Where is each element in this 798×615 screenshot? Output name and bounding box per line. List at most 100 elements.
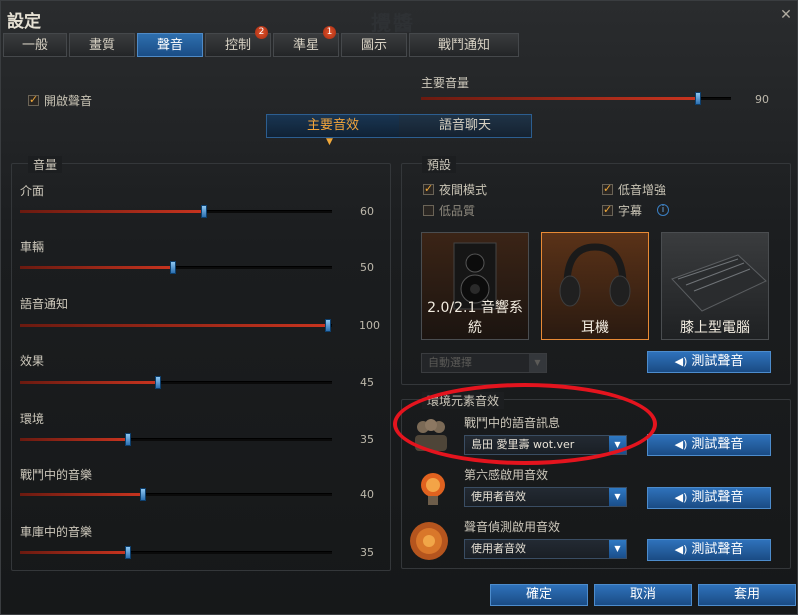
device-laptop[interactable]: 膝上型電腦 — [661, 232, 769, 340]
slider-interface[interactable] — [20, 205, 332, 218]
device-headphones[interactable]: 耳機 — [541, 232, 649, 340]
volume-panel-title: 音量 — [28, 156, 63, 173]
master-volume-label: 主要音量 — [421, 76, 470, 90]
apply-button[interactable]: 套用 — [698, 584, 796, 606]
button-label: 測試聲音 — [691, 437, 744, 452]
slider-thumb[interactable] — [201, 205, 207, 218]
slider-fill — [20, 551, 128, 554]
sixth-sense-dropdown[interactable]: 使用者音效 ▼ — [464, 487, 627, 507]
speaker-icon: ◀) — [674, 438, 688, 451]
tab-sound[interactable]: 聲音 — [137, 33, 203, 57]
cancel-button[interactable]: 取消 — [594, 584, 692, 606]
checkbox-box — [602, 203, 613, 216]
chevron-down-icon: ▼ — [609, 488, 626, 506]
slider-battle-music[interactable] — [20, 488, 332, 501]
notification-badge: 1 — [323, 26, 336, 39]
slider-fill — [20, 493, 143, 496]
info-icon[interactable]: i — [657, 204, 669, 216]
slider-vehicles[interactable] — [20, 261, 332, 274]
test-sixth-sense-button[interactable]: ◀) 測試聲音 — [647, 487, 771, 509]
close-icon[interactable]: ✕ — [779, 8, 793, 22]
slider-effects[interactable] — [20, 376, 332, 389]
slider-value-vehicles: 50 — [360, 261, 374, 274]
button-label: 測試聲音 — [691, 542, 744, 557]
slider-value-interface: 60 — [360, 205, 374, 218]
slider-value-environment: 35 — [360, 433, 374, 446]
tab-controls[interactable]: 控制 2 — [205, 26, 271, 57]
button-label: 測試聲音 — [691, 354, 744, 369]
settings-window: 設定 攪醬 ✕ 一般 畫質 聲音 控制2 準星1 圖示 戰鬥通知 開啟聲音 主要… — [0, 0, 798, 615]
dropdown-value: 使用者音效 — [471, 542, 526, 555]
radar-icon — [410, 522, 448, 560]
title-bar: 設定 攪醬 ✕ — [1, 1, 798, 35]
test-sound-detection-button[interactable]: ◀) 測試聲音 — [647, 539, 771, 561]
main-tabs: 一般 畫質 聲音 控制 2 準星 1 圖示 戰鬥通知 — [3, 26, 521, 57]
button-label: 測試聲音 — [691, 490, 744, 505]
slider-voice-notifications[interactable] — [20, 319, 332, 332]
speaker-icon: ◀) — [674, 355, 688, 368]
slider-fill — [20, 210, 204, 213]
enable-sound-label: 開啟聲音 — [44, 94, 93, 108]
slider-label-interface: 介面 — [20, 184, 45, 198]
tab-graphics[interactable]: 畫質 — [69, 33, 135, 57]
headphones-icon — [559, 243, 631, 307]
lightbulb-icon — [421, 473, 445, 505]
window-title: 設定 — [7, 12, 41, 32]
auto-select-dropdown[interactable]: 自動選擇 ▼ — [421, 353, 547, 373]
low-quality-checkbox[interactable]: 低品質 — [423, 202, 475, 219]
slider-label-vehicles: 車輛 — [20, 240, 45, 254]
slider-thumb[interactable] — [325, 319, 331, 332]
slider-label-garage-music: 車庫中的音樂 — [20, 525, 93, 539]
slider-thumb[interactable] — [140, 488, 146, 501]
enable-sound-checkbox[interactable]: 開啟聲音 — [28, 92, 92, 109]
slider-thumb[interactable] — [170, 261, 176, 274]
ok-button[interactable]: 確定 — [490, 584, 588, 606]
master-volume-slider[interactable] — [421, 92, 731, 105]
chevron-down-icon: ▼ — [326, 137, 333, 147]
subtitles-label: 字幕 — [618, 204, 643, 218]
slider-thumb[interactable] — [155, 376, 161, 389]
chevron-down-icon: ▼ — [609, 540, 626, 558]
sound-detection-dropdown[interactable]: 使用者音效 ▼ — [464, 539, 627, 559]
slider-fill — [421, 97, 698, 100]
subtab-main-effects[interactable]: 主要音效 — [267, 115, 399, 137]
checkbox-box — [602, 182, 613, 195]
watermark-text: 攪醬 — [371, 11, 415, 35]
volume-panel: 音量 — [11, 156, 391, 571]
night-mode-checkbox[interactable]: 夜間模式 — [423, 181, 487, 198]
master-volume-value: 90 — [755, 93, 769, 106]
device-label: 2.0/2.1 音響系統 — [427, 300, 523, 336]
subtab-voice-chat[interactable]: 語音聊天 — [399, 115, 531, 137]
tab-markers[interactable]: 圖示 — [341, 33, 407, 57]
tab-general[interactable]: 一般 — [3, 33, 67, 57]
slider-thumb[interactable] — [125, 433, 131, 446]
laptop-icon — [671, 254, 767, 312]
slider-garage-music[interactable] — [20, 546, 332, 559]
slider-fill — [20, 381, 158, 384]
slider-value-effects: 45 — [360, 376, 374, 389]
subtitles-checkbox[interactable]: 字幕 — [602, 202, 642, 219]
bass-boost-checkbox[interactable]: 低音增強 — [602, 181, 666, 198]
checkbox-box — [28, 93, 39, 106]
slider-label-voice-notifications: 語音通知 — [20, 297, 69, 311]
slider-fill — [20, 324, 328, 327]
test-voice-button[interactable]: ◀) 測試聲音 — [647, 434, 771, 456]
slider-value-battle-music: 40 — [360, 488, 374, 501]
slider-fill — [20, 438, 128, 441]
tab-battle-notifications[interactable]: 戰鬥通知 — [409, 33, 519, 57]
slider-environment[interactable] — [20, 433, 332, 446]
annotation-circle — [393, 383, 657, 465]
device-label: 耳機 — [581, 320, 609, 336]
bass-boost-label: 低音增強 — [618, 183, 667, 197]
test-sound-button[interactable]: ◀) 測試聲音 — [647, 351, 771, 373]
checkbox-box — [423, 205, 434, 216]
sixth-sense-label: 第六感啟用音效 — [464, 468, 549, 482]
slider-thumb[interactable] — [695, 92, 701, 105]
tab-reticle[interactable]: 準星 1 — [273, 26, 339, 57]
device-label: 膝上型電腦 — [680, 320, 750, 336]
slider-label-battle-music: 戰鬥中的音樂 — [20, 468, 93, 482]
slider-thumb[interactable] — [125, 546, 131, 559]
slider-label-environment: 環境 — [20, 412, 45, 426]
device-speaker-system[interactable]: 2.0/2.1 音響系統 — [421, 232, 529, 340]
dropdown-value: 使用者音效 — [471, 490, 526, 503]
